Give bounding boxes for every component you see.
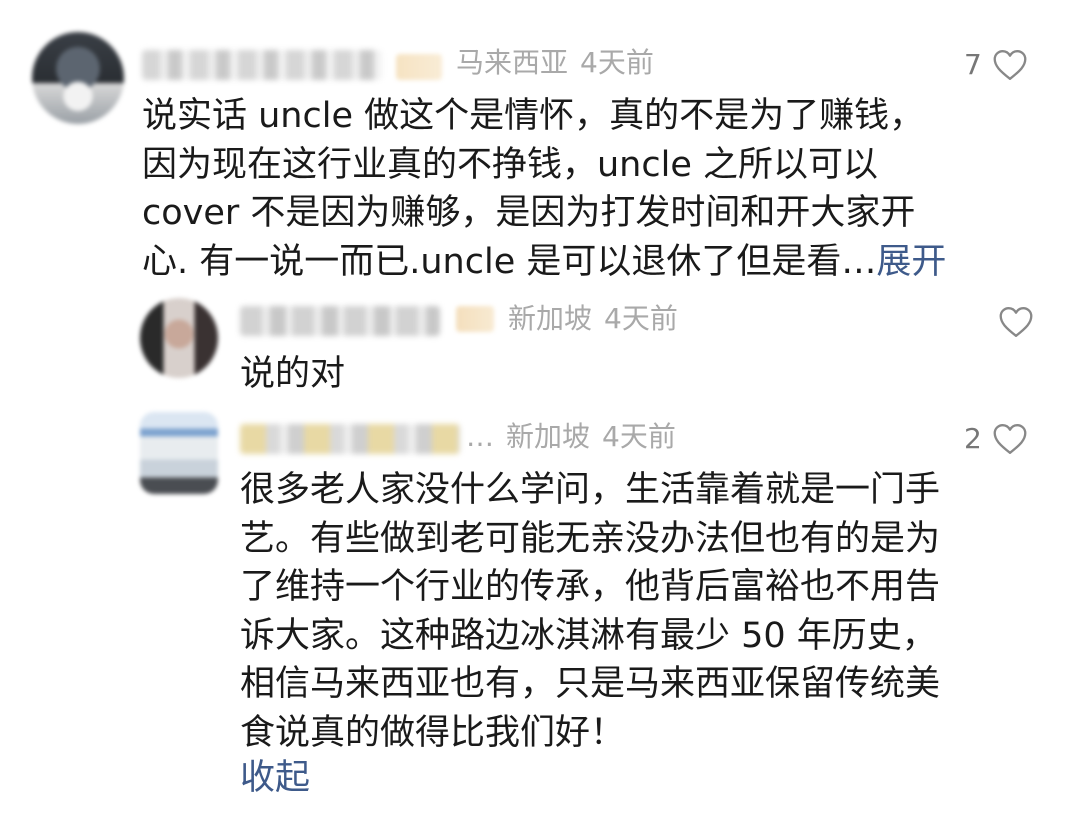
avatar[interactable] (140, 412, 218, 494)
comment-location: 新加坡 (506, 420, 591, 453)
heart-outline-icon (993, 424, 1027, 454)
comment-body: 说实话 uncle 做这个是情怀，真的不是为了赚钱， 因为现在这行业真的不挣钱，… (142, 96, 925, 282)
comment-meta: 新加坡 4天前 (508, 302, 678, 336)
username-blurred[interactable] (142, 50, 382, 80)
username-blurred[interactable] (240, 424, 460, 454)
comment-time: 4天前 (604, 302, 678, 335)
comment-meta: … 新加坡 4天前 (466, 420, 676, 454)
comment-text: 很多老人家没什么学问，生活靠着就是一门手 艺。有些做到老可能无亲没办法但也有的是… (240, 470, 941, 753)
comment-text: 说的对 (240, 354, 346, 394)
collapse-link[interactable]: 收起 (240, 754, 310, 802)
user-badge (456, 306, 494, 332)
like-count: 7 (964, 48, 982, 81)
comment-time: 4天前 (602, 420, 676, 453)
comment-time: 4天前 (580, 46, 654, 79)
username-blurred[interactable] (240, 306, 440, 336)
comment-text: 说实话 uncle 做这个是情怀，真的不是为了赚钱， 因为现在这行业真的不挣钱，… (142, 92, 1042, 286)
expand-link[interactable]: 展开 (876, 242, 946, 282)
comment-meta: 马来西亚 4天前 (456, 46, 654, 80)
avatar[interactable] (140, 298, 218, 378)
user-badge (396, 54, 442, 80)
heart-outline-icon (993, 50, 1027, 80)
comment-location: 新加坡 (508, 302, 593, 335)
like-button[interactable]: 2 (964, 422, 1028, 456)
avatar[interactable] (32, 32, 124, 124)
like-button[interactable] (998, 306, 1034, 338)
username-ellipsis: … (466, 420, 494, 453)
heart-outline-icon (999, 307, 1033, 337)
like-count: 2 (964, 422, 982, 455)
like-button[interactable]: 7 (964, 48, 1028, 82)
comment-location: 马来西亚 (456, 46, 569, 79)
